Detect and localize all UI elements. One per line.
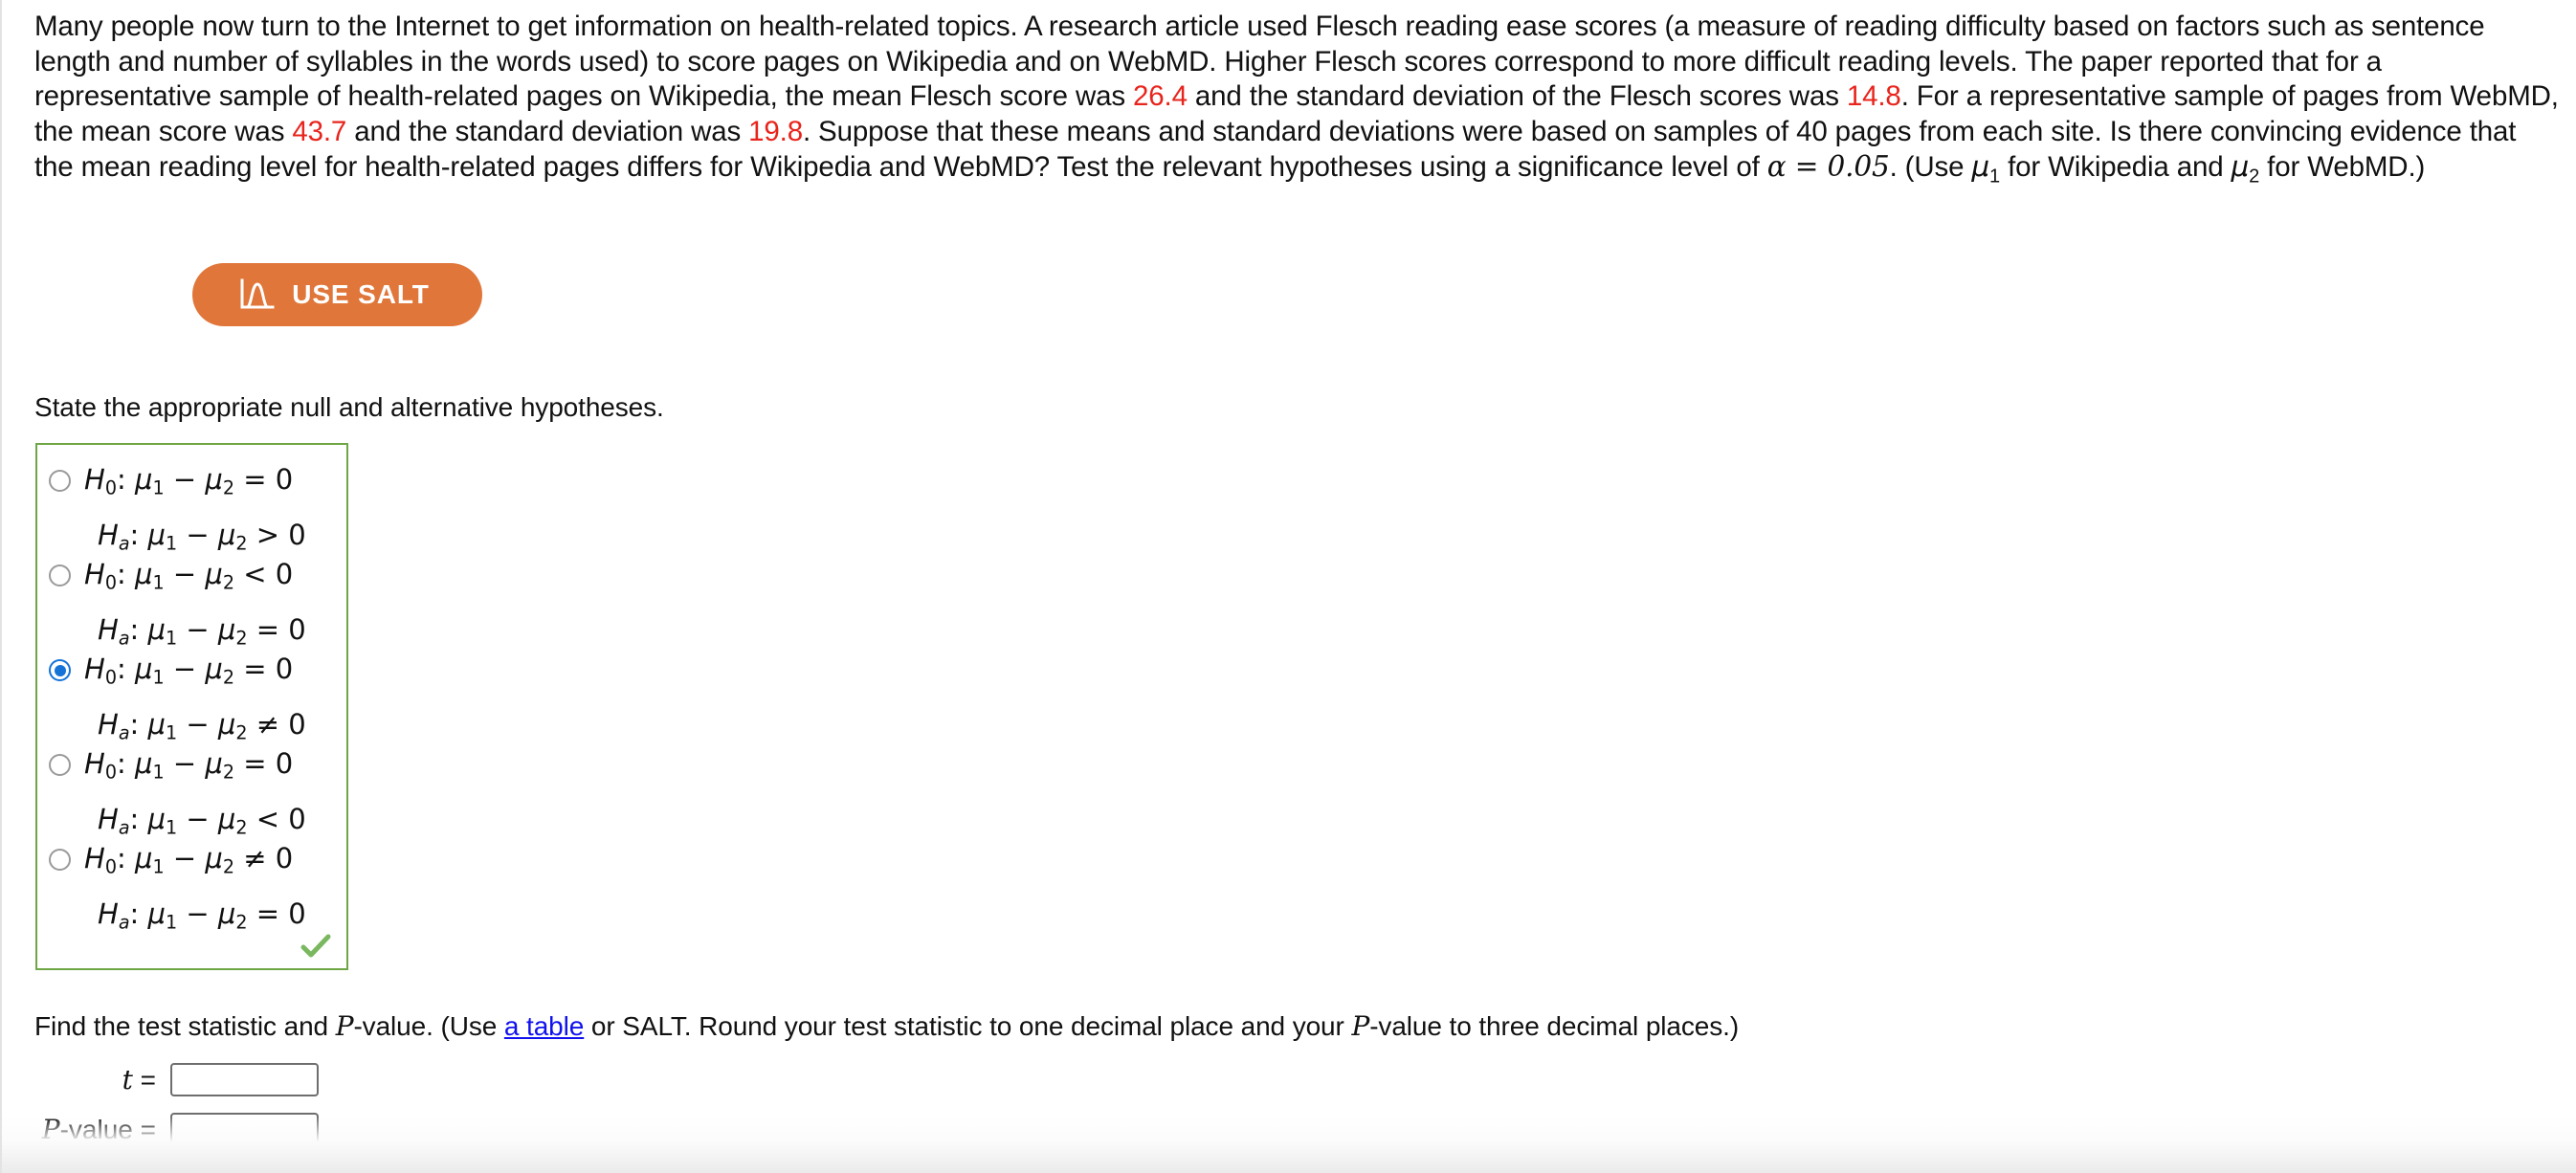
pvalue-value-input[interactable] [170, 1112, 319, 1146]
hypotheses-choice-group: H0: μ1 − μ2 = 0 Ha: μ1 − μ2 > 0 H0: μ1 −… [35, 443, 348, 970]
null-hypothesis-2: H0: μ1 − μ2 = 0 [84, 653, 294, 689]
prompt-text-4: -value to three decimal places.) [1369, 1011, 1740, 1041]
mu-symbol-11: μ1 [1971, 150, 2001, 188]
pvalue-suffix: -value [59, 1114, 133, 1144]
prompt-text-1: Find the test statistic and [34, 1011, 336, 1041]
find-test-statistic-prompt: Find the test statistic and P-value. (Us… [34, 1010, 1739, 1042]
radio-button-1[interactable] [49, 564, 71, 586]
t-equals: = [140, 1064, 156, 1095]
t-value-input[interactable] [170, 1062, 319, 1096]
problem-statement: Many people now turn to the Internet to … [34, 11, 2559, 188]
correct-checkmark-icon [300, 930, 332, 963]
p-symbol: P [41, 1113, 60, 1145]
pvalue-field-label: P-value = [34, 1114, 170, 1145]
hypothesis-option-1[interactable]: H0: μ1 − μ2 < 0 Ha: μ1 − μ2 = 0 [37, 549, 346, 649]
prompt-text-3: or SALT. Round your test statistic to on… [584, 1011, 1352, 1041]
distribution-curve-icon [239, 278, 276, 311]
problem-value-7: 19.8 [748, 115, 803, 147]
mu-symbol-13: μ2 [2231, 150, 2260, 188]
use-salt-button[interactable]: USE SALT [192, 263, 482, 326]
problem-value-3: 14.8 [1846, 80, 1901, 113]
pvalue-equals: = [140, 1114, 156, 1144]
null-hypothesis-3: H0: μ1 − μ2 = 0 [84, 747, 294, 784]
problem-page: Many people now turn to the Internet to … [0, 0, 2576, 1173]
null-hypothesis-1: H0: μ1 − μ2 < 0 [84, 558, 294, 594]
null-hypothesis-0: H0: μ1 − μ2 = 0 [84, 463, 294, 499]
null-hypothesis-4: H0: μ1 − μ2 ≠ 0 [84, 842, 294, 878]
alpha-level: α = 0.05 [1766, 150, 1890, 184]
alt-hypothesis-4: Ha: μ1 − μ2 = 0 [98, 896, 306, 934]
hypothesis-option-0[interactable]: H0: μ1 − μ2 = 0 Ha: μ1 − μ2 > 0 [37, 454, 346, 554]
hypothesis-option-4[interactable]: H0: μ1 − μ2 ≠ 0 Ha: μ1 − μ2 = 0 [37, 833, 346, 933]
pvalue-field-row: P-value = [34, 1104, 417, 1154]
hypothesis-option-4-label: H0: μ1 − μ2 ≠ 0 Ha: μ1 − μ2 = 0 [84, 833, 306, 945]
prompt-text-2: -value. (Use [353, 1011, 504, 1041]
t-symbol: t [122, 1063, 133, 1096]
a-table-link[interactable]: a table [504, 1011, 584, 1041]
hypothesis-option-2[interactable]: H0: μ1 − μ2 = 0 Ha: μ1 − μ2 ≠ 0 [37, 644, 346, 743]
radio-button-0[interactable] [49, 470, 71, 492]
p-italic-1: P [335, 1010, 354, 1042]
t-field-label: t = [34, 1064, 170, 1096]
radio-button-3[interactable] [49, 754, 71, 776]
radio-button-4[interactable] [49, 849, 71, 871]
use-salt-label: USE SALT [292, 279, 430, 309]
problem-value-1: 26.4 [1133, 80, 1188, 113]
hypotheses-prompt: State the appropriate null and alternati… [34, 392, 664, 422]
t-field-row: t = [34, 1054, 417, 1104]
hypothesis-option-3[interactable]: H0: μ1 − μ2 = 0 Ha: μ1 − μ2 < 0 [37, 739, 346, 838]
answer-fields: t = P-value = [34, 1054, 417, 1154]
p-italic-2: P [1351, 1010, 1370, 1042]
problem-value-5: 43.7 [292, 115, 347, 147]
radio-button-2[interactable] [49, 659, 71, 681]
